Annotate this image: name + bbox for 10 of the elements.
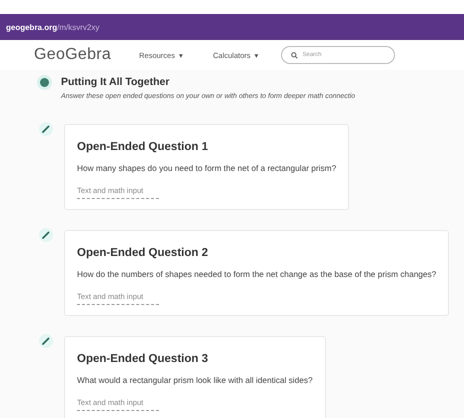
question-text: How do the numbers of shapes needed to form the net change as the base of the prism changes? — [77, 268, 436, 281]
logo[interactable]: GeoGebra — [34, 46, 112, 64]
question-text: What would a rectangular prism look like with all identical sides? — [77, 374, 313, 387]
question-text: How many shapes do you need to form the net of a rectangular prism? — [77, 162, 336, 175]
question-title: Open-Ended Question 2 — [77, 247, 209, 259]
section-title: Putting It All Together — [61, 76, 170, 88]
question-title: Open-Ended Question 1 — [77, 141, 209, 153]
url-text[interactable]: geogebra.org/m/ksvrv2xy — [6, 22, 100, 32]
search-icon — [290, 52, 298, 59]
question-title: Open-Ended Question 3 — [77, 353, 209, 365]
